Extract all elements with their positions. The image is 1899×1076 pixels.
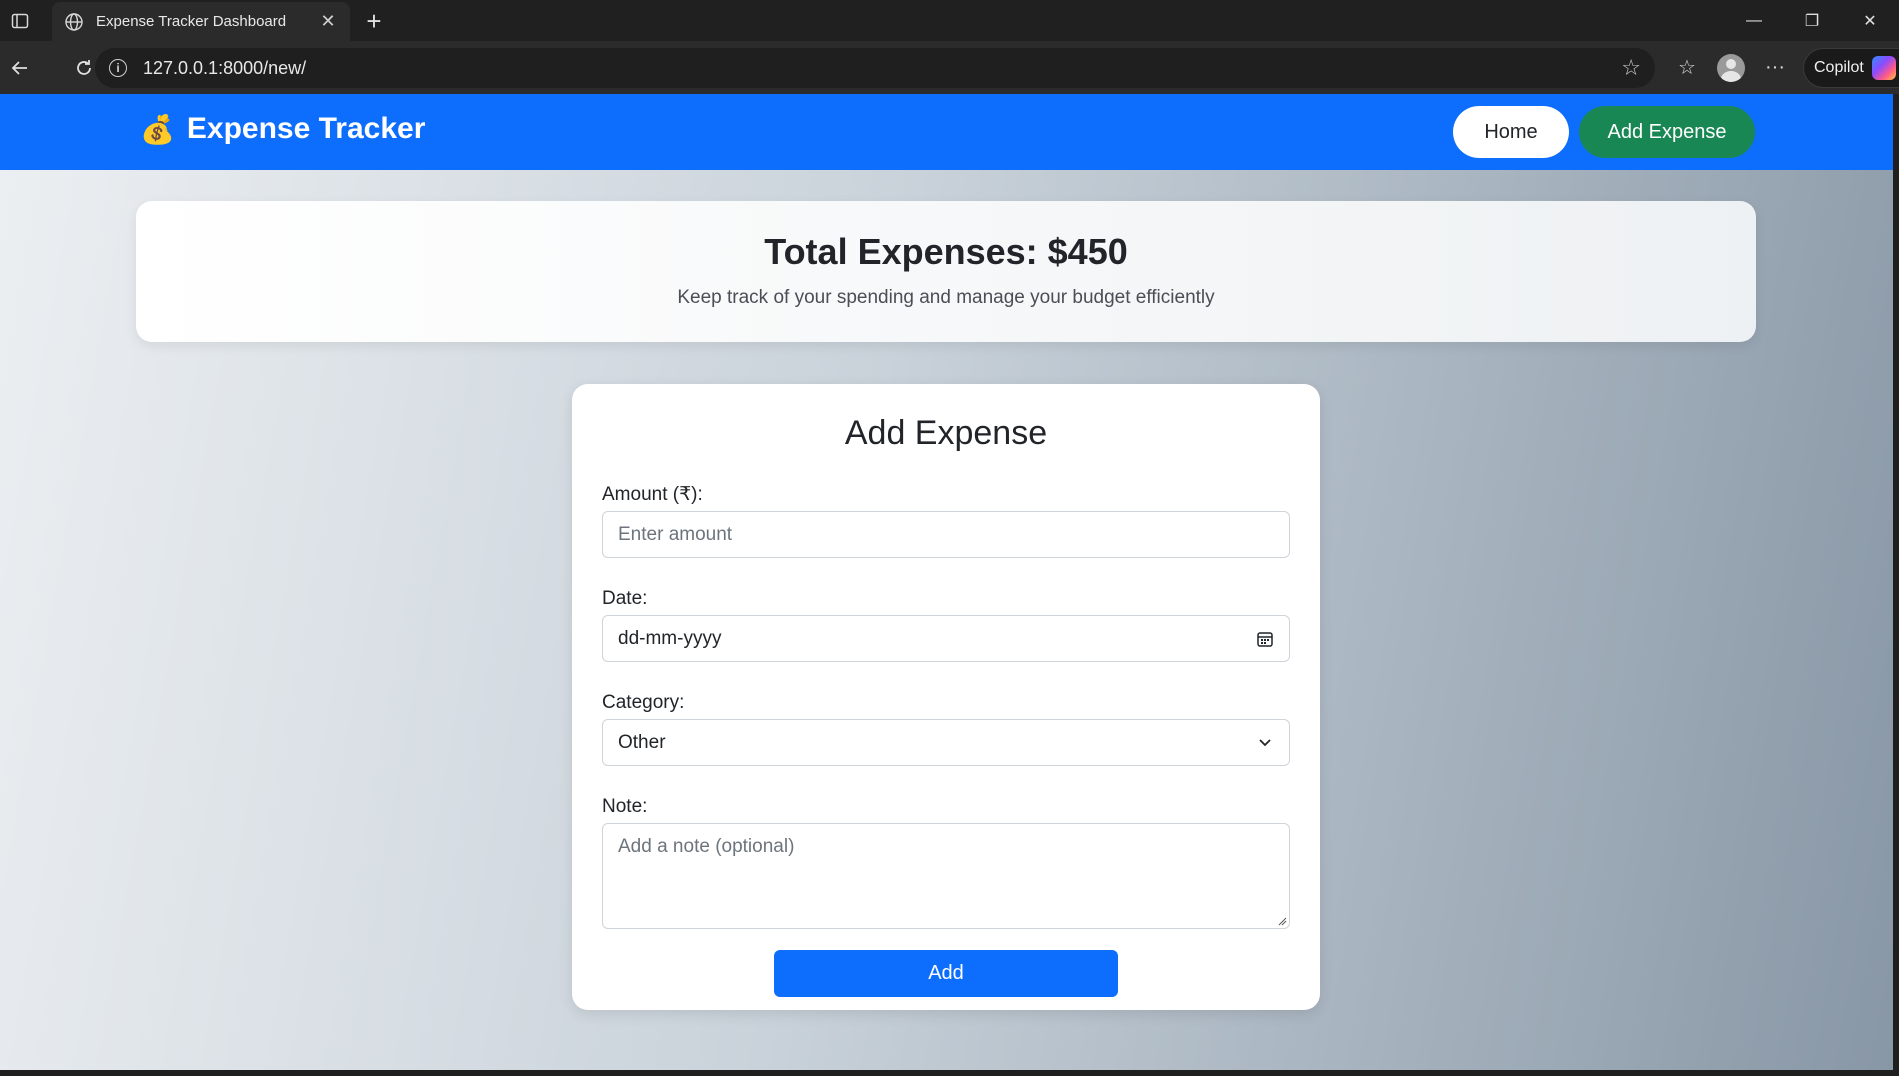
- url-text[interactable]: 127.0.0.1:8000/new/: [143, 58, 1621, 79]
- calendar-icon[interactable]: [1255, 629, 1275, 649]
- copilot-icon: [1871, 56, 1896, 80]
- close-icon[interactable]: ✕: [318, 11, 338, 32]
- summary-card: Total Expenses: $450 Keep track of your …: [136, 201, 1756, 342]
- home-button[interactable]: Home: [1453, 106, 1569, 158]
- address-bar[interactable]: i 127.0.0.1:8000/new/ ☆: [95, 48, 1655, 88]
- minimize-icon[interactable]: —: [1725, 0, 1783, 41]
- note-field-wrapper: [602, 823, 1290, 929]
- note-textarea[interactable]: [602, 823, 1290, 929]
- resize-grip-icon[interactable]: [1277, 916, 1287, 926]
- add-expense-form: Add Expense Amount (₹): Date: dd-mm-yyyy…: [572, 384, 1320, 1010]
- amount-field-wrapper: [602, 511, 1290, 558]
- amount-label: Amount (₹):: [602, 484, 703, 505]
- brand[interactable]: 💰 Expense Tracker: [140, 112, 425, 146]
- chevron-down-icon: [1259, 739, 1271, 747]
- plus-icon[interactable]: +: [360, 6, 388, 37]
- summary-subtitle: Keep track of your spending and manage y…: [677, 287, 1215, 308]
- toolbar-right: ☆ ···: [1665, 41, 1797, 94]
- browser-toolbar: i 127.0.0.1:8000/new/ ☆ ☆ ··· Copilot: [0, 41, 1899, 94]
- scrollbar[interactable]: [1893, 94, 1899, 1070]
- globe-icon: [65, 12, 83, 31]
- browser-tab[interactable]: Expense Tracker Dashboard ✕: [52, 2, 350, 41]
- date-input[interactable]: dd-mm-yyyy: [602, 615, 1290, 662]
- profile-icon[interactable]: [1709, 46, 1753, 90]
- category-label: Category:: [602, 692, 685, 713]
- copilot-label: Copilot: [1814, 59, 1864, 76]
- form-title: Add Expense: [844, 414, 1048, 452]
- tab-title: Expense Tracker Dashboard: [96, 13, 287, 30]
- category-select[interactable]: Other: [602, 719, 1290, 766]
- window-close-icon[interactable]: ✕: [1841, 0, 1899, 41]
- page-viewport: 💰 Expense Tracker Home Add Expense Total…: [0, 94, 1893, 1070]
- date-label: Date:: [602, 588, 648, 609]
- copilot-button[interactable]: Copilot: [1803, 48, 1899, 88]
- info-icon[interactable]: i: [109, 59, 127, 77]
- add-button[interactable]: Add: [774, 950, 1118, 997]
- note-label: Note:: [602, 796, 648, 817]
- window-bottom-border: [0, 1070, 1899, 1076]
- window-controls: — ❐ ✕: [1725, 0, 1899, 41]
- star-icon[interactable]: ☆: [1621, 55, 1641, 81]
- money-bag-icon: 💰: [140, 113, 175, 145]
- more-icon[interactable]: ···: [1753, 46, 1797, 90]
- browser-tab-bar: Expense Tracker Dashboard ✕ + — ❐ ✕: [0, 0, 1899, 41]
- sidebar-icon[interactable]: [0, 0, 40, 41]
- back-icon[interactable]: [0, 48, 40, 88]
- total-expenses-title: Total Expenses: $450: [764, 231, 1128, 272]
- date-placeholder: dd-mm-yyyy: [618, 627, 722, 649]
- brand-text: Expense Tracker: [186, 112, 426, 145]
- category-selected-value: Other: [618, 731, 666, 753]
- favorites-icon[interactable]: ☆: [1665, 46, 1709, 90]
- navbar: 💰 Expense Tracker Home Add Expense: [0, 94, 1893, 170]
- add-expense-nav-button[interactable]: Add Expense: [1579, 106, 1755, 158]
- restore-icon[interactable]: ❐: [1783, 0, 1841, 41]
- amount-input[interactable]: [618, 523, 1274, 546]
